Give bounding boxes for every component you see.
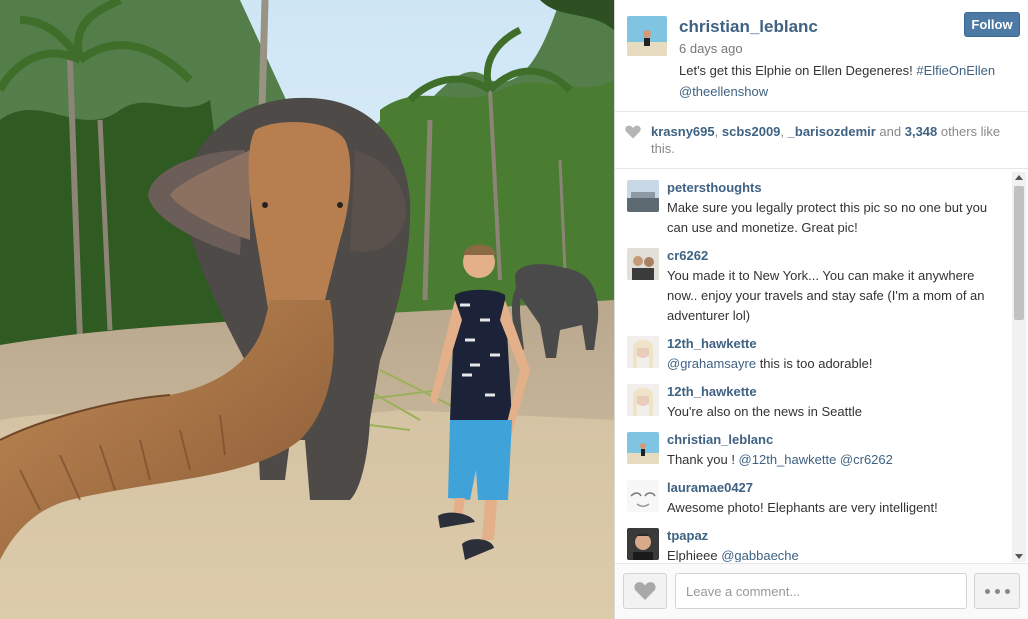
commenter-avatar[interactable] bbox=[627, 384, 659, 416]
caption-mention-link[interactable]: @theellenshow bbox=[679, 84, 768, 99]
comment-text: You're also on the news in Seattle bbox=[667, 402, 1003, 422]
comment-item: tpapaz Elphieee @gabbaeche bbox=[615, 518, 1013, 562]
comment-body: Awesome photo! Elephants are very intell… bbox=[667, 500, 938, 515]
comment-item: petersthoughts Make sure you legally pro… bbox=[615, 170, 1013, 238]
commenter-username[interactable]: tpapaz bbox=[667, 528, 708, 543]
comments-list[interactable]: petersthoughts Make sure you legally pro… bbox=[615, 170, 1013, 562]
post-caption: Let's get this Elphie on Ellen Degeneres… bbox=[679, 60, 1019, 102]
comment-body: You're also on the news in Seattle bbox=[667, 404, 862, 419]
commenter-avatar[interactable] bbox=[627, 528, 659, 560]
post-timestamp: 6 days ago bbox=[679, 41, 743, 56]
comment-body: You made it to New York... You can make … bbox=[667, 268, 985, 323]
comment-body: Thank you ! bbox=[667, 452, 739, 467]
commenter-avatar[interactable] bbox=[627, 336, 659, 368]
scrollbar-thumb[interactable] bbox=[1014, 186, 1024, 320]
likes-count-link[interactable]: 3,348 bbox=[905, 124, 938, 139]
comment-text: Awesome photo! Elephants are very intell… bbox=[667, 498, 1003, 518]
comment-item: 12th_hawkette You're also on the news in… bbox=[615, 374, 1013, 422]
commenter-avatar[interactable] bbox=[627, 480, 659, 512]
caption-text: Let's get this Elphie on Ellen Degeneres… bbox=[679, 63, 917, 78]
heart-icon bbox=[625, 125, 641, 139]
more-icon bbox=[995, 589, 1000, 594]
post-detail-panel: christian_leblanc 6 days ago Let's get t… bbox=[614, 0, 1028, 619]
comment-text: Make sure you legally protect this pic s… bbox=[667, 198, 1003, 238]
more-options-button[interactable] bbox=[974, 573, 1020, 609]
author-username[interactable]: christian_leblanc bbox=[679, 17, 818, 37]
liker-link[interactable]: scbs2009 bbox=[722, 124, 781, 139]
commenter-username[interactable]: 12th_hawkette bbox=[667, 336, 757, 351]
commenter-username[interactable]: petersthoughts bbox=[667, 180, 762, 195]
comment-item: cr6262 You made it to New York... You ca… bbox=[615, 238, 1013, 326]
comment-text: @grahamsayre this is too adorable! bbox=[667, 354, 1003, 374]
more-icon bbox=[985, 589, 990, 594]
scroll-down-icon[interactable] bbox=[1015, 554, 1023, 559]
caption-hashtag-link[interactable]: #ElfieOnEllen bbox=[916, 63, 995, 78]
heart-icon bbox=[634, 582, 656, 600]
likes-and-text: and bbox=[875, 124, 905, 139]
commenter-username[interactable]: christian_leblanc bbox=[667, 432, 773, 447]
comment-input[interactable] bbox=[675, 573, 967, 609]
likes-summary: krasny695, scbs2009, _barisozdemir and 3… bbox=[615, 113, 1028, 169]
comments-scrollbar[interactable] bbox=[1012, 172, 1026, 562]
comment-item: 12th_hawkette @grahamsayre this is too a… bbox=[615, 326, 1013, 374]
commenter-avatar[interactable] bbox=[627, 180, 659, 212]
follow-button[interactable]: Follow bbox=[964, 12, 1020, 37]
commenter-username[interactable]: lauramae0427 bbox=[667, 480, 753, 495]
author-avatar[interactable] bbox=[627, 16, 667, 56]
comment-body: Elphieee bbox=[667, 548, 722, 562]
commenter-username[interactable]: cr6262 bbox=[667, 248, 708, 263]
comment-footer bbox=[615, 563, 1028, 619]
comment-text: You made it to New York... You can make … bbox=[667, 266, 1003, 326]
post-header: christian_leblanc 6 days ago Let's get t… bbox=[615, 0, 1028, 112]
liker-link[interactable]: krasny695 bbox=[651, 124, 715, 139]
scroll-up-icon[interactable] bbox=[1015, 175, 1023, 180]
comment-item: lauramae0427 Awesome photo! Elephants ar… bbox=[615, 470, 1013, 518]
post-photo[interactable] bbox=[0, 0, 614, 619]
commenter-avatar[interactable] bbox=[627, 432, 659, 464]
more-icon bbox=[1005, 589, 1010, 594]
like-button[interactable] bbox=[623, 573, 667, 609]
comment-mention[interactable]: @gabbaeche bbox=[721, 548, 799, 562]
elephant-selfie-image bbox=[0, 0, 614, 619]
commenter-avatar[interactable] bbox=[627, 248, 659, 280]
comment-item: christian_leblanc Thank you ! @12th_hawk… bbox=[615, 422, 1013, 470]
liker-link[interactable]: _barisozdemir bbox=[788, 124, 876, 139]
comment-mention[interactable]: @12th_hawkette @cr6262 bbox=[739, 452, 893, 467]
comment-body: Make sure you legally protect this pic s… bbox=[667, 200, 988, 235]
comment-body: this is too adorable! bbox=[756, 356, 873, 371]
comment-text: Elphieee @gabbaeche bbox=[667, 546, 1003, 562]
commenter-username[interactable]: 12th_hawkette bbox=[667, 384, 757, 399]
comment-mention[interactable]: @grahamsayre bbox=[667, 356, 756, 371]
comment-text: Thank you ! @12th_hawkette @cr6262 bbox=[667, 450, 1003, 470]
likes-text: krasny695, scbs2009, _barisozdemir and 3… bbox=[651, 124, 1001, 156]
